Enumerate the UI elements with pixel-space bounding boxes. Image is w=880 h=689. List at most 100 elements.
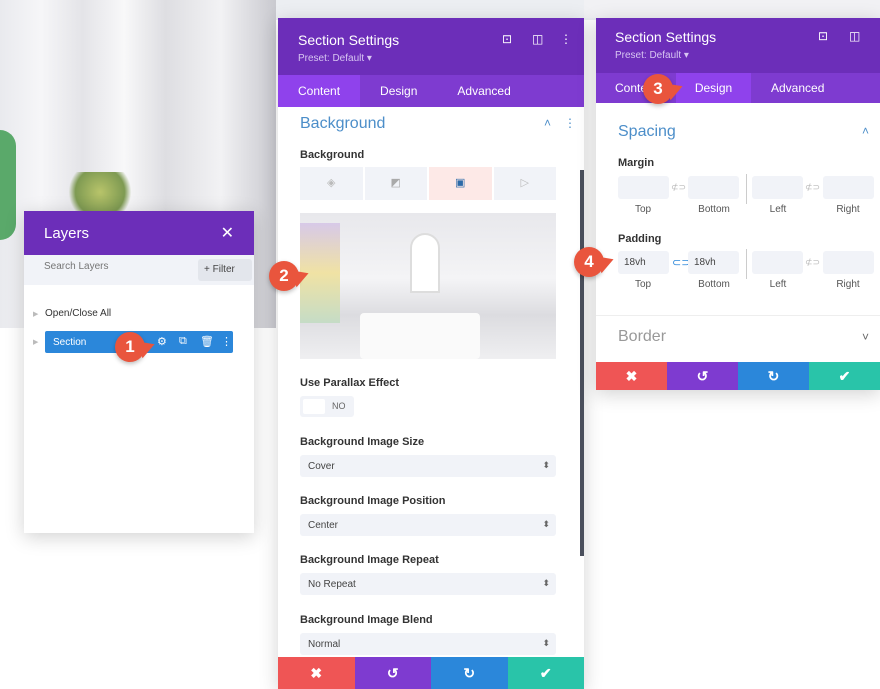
bg-image-tab[interactable]: ▣	[429, 167, 492, 200]
sidebar-icon[interactable]: ◫	[532, 32, 543, 46]
background-photo-strip	[584, 0, 880, 18]
tab-design[interactable]: Design	[676, 73, 751, 103]
scrollbar[interactable]	[580, 170, 584, 556]
cancel-button[interactable]: ✖	[596, 362, 667, 390]
side-label: Left	[769, 279, 787, 290]
section-settings-content-panel: Section Settings Preset: Default ▾ ⊡ ◫ ⋮…	[278, 18, 584, 689]
section-title[interactable]: Background	[300, 115, 385, 133]
padding-top-input[interactable]: 18vh	[618, 251, 669, 274]
step-marker-1: 1	[115, 332, 145, 362]
expand-icon[interactable]: ▶	[33, 310, 38, 318]
expand-icon[interactable]: ˅	[862, 330, 869, 344]
padding-bottom-input[interactable]: 18vh	[688, 251, 739, 274]
section-settings-design-panel: Section Settings Preset: Default ▾ ⊡ ◫ C…	[596, 18, 880, 390]
margin-right-input[interactable]	[823, 176, 874, 199]
trash-icon[interactable]: 🗑	[200, 335, 214, 348]
padding-right-input[interactable]	[823, 251, 874, 274]
background-label: Background	[300, 149, 365, 161]
save-button[interactable]: ✔	[809, 362, 880, 390]
bg-video-tab[interactable]: ▷	[493, 167, 556, 200]
panel-title: Section Settings	[298, 32, 400, 48]
collapse-icon[interactable]: ˄	[544, 116, 551, 130]
layers-header: Layers ✕	[24, 211, 254, 255]
padding-label: Padding	[618, 233, 662, 245]
preset-dropdown[interactable]: Preset: Default ▾	[298, 53, 372, 64]
plant	[0, 130, 16, 240]
more-icon[interactable]: ⋮	[221, 335, 232, 348]
action-bar: ✖ ↺ ↻ ✔	[596, 362, 880, 390]
open-close-all[interactable]: Open/Close All	[45, 308, 111, 319]
redo-button[interactable]: ↻	[431, 657, 508, 689]
side-label: Left	[769, 204, 787, 215]
panel-header: Section Settings Preset: Default ▾ ⊡ ◫	[596, 18, 880, 73]
divider	[596, 315, 880, 316]
bg-image-position-select[interactable]: Center	[300, 514, 556, 536]
redo-button[interactable]: ↻	[738, 362, 809, 390]
side-label: Right	[836, 279, 860, 290]
panel-tabs: Content Design Advanced	[596, 73, 880, 103]
margin-left-input[interactable]	[752, 176, 803, 199]
tab-content[interactable]: Content	[278, 75, 361, 107]
layers-title: Layers	[44, 225, 90, 242]
sidebar-icon[interactable]: ◫	[849, 29, 860, 43]
divider	[746, 174, 747, 204]
tab-advanced[interactable]: Advanced	[751, 73, 844, 103]
field-label: Background Image Size	[300, 436, 425, 448]
bg-color-tab[interactable]: ◈	[300, 167, 363, 200]
action-bar: ✖ ↺ ↻ ✔	[278, 657, 584, 689]
bg-image-size-select[interactable]: Cover	[300, 455, 556, 477]
collapse-icon[interactable]: ˄	[862, 124, 869, 138]
layers-search-row: + Filter	[24, 255, 254, 285]
side-label: Top	[634, 279, 652, 290]
link-icon[interactable]: ⊄⊃	[805, 182, 820, 193]
side-label: Bottom	[698, 204, 730, 215]
side-label: Bottom	[698, 279, 730, 290]
close-icon[interactable]: ✕	[221, 223, 234, 243]
more-icon[interactable]: ⋮	[564, 116, 576, 130]
background-type-tabs: ◈ ◩ ▣ ▷	[300, 167, 556, 200]
field-label: Background Image Repeat	[300, 554, 439, 566]
margin-top-input[interactable]	[618, 176, 669, 199]
fullscreen-icon[interactable]: ⊡	[502, 32, 512, 46]
bg-image-blend-select[interactable]: Normal	[300, 633, 556, 655]
field-label: Background Image Position	[300, 495, 446, 507]
divider	[746, 249, 747, 279]
preset-dropdown[interactable]: Preset: Default ▾	[615, 50, 689, 61]
duplicate-icon[interactable]: ⧉	[179, 335, 187, 348]
tab-advanced[interactable]: Advanced	[437, 75, 530, 107]
border-section-title[interactable]: Border	[618, 328, 666, 346]
step-marker-3: 3	[643, 74, 673, 104]
margin-label: Margin	[618, 157, 655, 169]
margin-bottom-input[interactable]	[688, 176, 739, 199]
filter-button[interactable]: + Filter	[198, 259, 252, 281]
save-button[interactable]: ✔	[507, 657, 584, 689]
gear-icon[interactable]: ⚙	[157, 335, 167, 348]
layers-panel: Layers ✕ + Filter ▶ Open/Close All ▶ Sec…	[24, 211, 254, 533]
bg-image-repeat-select[interactable]: No Repeat	[300, 573, 556, 595]
field-label: Background Image Blend	[300, 614, 433, 626]
background-photo-strip	[276, 0, 596, 20]
toggle-value: NO	[332, 401, 346, 411]
bg-gradient-tab[interactable]: ◩	[364, 167, 427, 200]
more-icon[interactable]: ⋮	[560, 32, 572, 46]
undo-button[interactable]: ↺	[354, 657, 431, 689]
section-title[interactable]: Spacing	[618, 123, 676, 141]
undo-button[interactable]: ↺	[667, 362, 738, 390]
parallax-toggle[interactable]: NO	[300, 396, 354, 417]
padding-left-input[interactable]	[752, 251, 803, 274]
link-icon[interactable]: ⊄⊃	[805, 257, 820, 268]
fullscreen-icon[interactable]: ⊡	[818, 29, 828, 43]
side-label: Top	[634, 204, 652, 215]
expand-icon[interactable]: ▶	[33, 338, 38, 346]
step-marker-2: 2	[269, 261, 299, 291]
flowers	[60, 172, 140, 212]
side-label: Right	[836, 204, 860, 215]
tab-design[interactable]: Design	[360, 75, 437, 107]
search-layers-input[interactable]	[44, 261, 194, 272]
parallax-label: Use Parallax Effect	[300, 377, 400, 389]
panel-title: Section Settings	[615, 29, 717, 45]
panel-tabs: Content Design Advanced	[278, 75, 584, 107]
link-icon[interactable]: ⊄⊃	[671, 182, 686, 193]
cancel-button[interactable]: ✖	[278, 657, 355, 689]
background-image-preview[interactable]	[300, 213, 556, 359]
